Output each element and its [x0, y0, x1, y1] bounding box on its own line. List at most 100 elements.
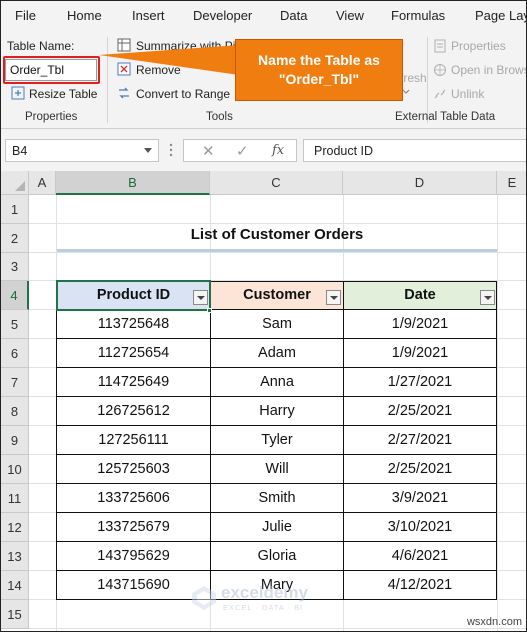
column-header-e[interactable]: E — [497, 171, 526, 195]
row-header-8[interactable]: 8 — [1, 397, 29, 426]
chevron-down-icon[interactable] — [144, 148, 152, 153]
table-cell[interactable]: 113725648 — [56, 310, 211, 339]
table-cell[interactable]: Will — [210, 455, 344, 484]
watermark-name: exceldemy — [221, 583, 308, 602]
row-header-6[interactable]: 6 — [1, 339, 29, 368]
column-header-a[interactable]: A — [29, 171, 56, 195]
annotation-callout: Name the Table as "Order_Tbl" — [235, 39, 403, 101]
table-cell[interactable]: Gloria — [210, 542, 344, 571]
table-cell[interactable]: 125725603 — [56, 455, 211, 484]
filter-dropdown-icon[interactable] — [326, 290, 341, 305]
name-box[interactable]: B4 — [5, 139, 159, 162]
table-header-date[interactable]: Date — [343, 281, 497, 310]
column-header-b[interactable]: B — [56, 171, 210, 195]
insert-function-icon[interactable]: fx — [272, 143, 284, 158]
row-header-2[interactable]: 2 — [1, 224, 29, 253]
table-cell[interactable]: Smith — [210, 484, 344, 513]
tab-insert[interactable]: Insert — [132, 8, 165, 23]
row-header-7[interactable]: 7 — [1, 368, 29, 397]
tab-page-layout[interactable]: Page Lay — [475, 8, 526, 23]
resize-table-button[interactable]: Resize Table — [29, 87, 97, 101]
tab-file[interactable]: File — [15, 8, 36, 23]
table-cell[interactable]: 114725649 — [56, 368, 211, 397]
select-all-icon — [15, 181, 25, 191]
gridline — [29, 252, 526, 253]
fill-handle[interactable] — [207, 308, 212, 313]
cancel-icon[interactable]: ✕ — [202, 142, 215, 160]
table-cell[interactable]: Anna — [210, 368, 344, 397]
row-header-10[interactable]: 10 — [1, 455, 29, 484]
formula-bar: B4 ✕ ✓ fx Product ID — [1, 129, 526, 171]
tab-developer[interactable]: Developer — [193, 8, 252, 23]
group-label-external: External Table Data — [395, 111, 496, 123]
table-cell[interactable]: 3/9/2021 — [343, 484, 497, 513]
table-cell[interactable]: 4/12/2021 — [343, 571, 497, 600]
table-cell[interactable]: 126725612 — [56, 397, 211, 426]
tab-home[interactable]: Home — [67, 8, 102, 23]
table-cell[interactable]: 1/9/2021 — [343, 339, 497, 368]
header-label: Date — [404, 287, 436, 303]
gridline — [29, 223, 526, 224]
row-header-15[interactable]: 15 — [1, 600, 29, 629]
title-underline — [57, 249, 497, 252]
enter-icon[interactable]: ✓ — [236, 142, 249, 160]
callout-line-2: "Order_Tbl" — [278, 71, 360, 87]
table-cell[interactable]: 133725679 — [56, 513, 211, 542]
select-all-corner[interactable] — [1, 171, 29, 195]
row-header-12[interactable]: 12 — [1, 513, 29, 542]
filter-dropdown-icon[interactable] — [480, 290, 495, 305]
table-cell[interactable]: 143795629 — [56, 542, 211, 571]
row-header-13[interactable]: 13 — [1, 542, 29, 571]
row-header-4[interactable]: 4 — [1, 281, 29, 310]
table-cell[interactable]: 4/6/2021 — [343, 542, 497, 571]
site-label: wsxdn.com — [466, 616, 522, 628]
chevron-down-icon — [402, 89, 410, 94]
resize-table-icon — [11, 86, 25, 100]
refresh-button[interactable]: fresh — [400, 71, 427, 85]
table-cell[interactable]: Harry — [210, 397, 344, 426]
table-name-label: Table Name: — [7, 39, 75, 53]
group-label-properties: Properties — [25, 111, 78, 123]
table-cell[interactable]: Tyler — [210, 426, 344, 455]
watermark-tagline: EXCEL · DATA · BI — [223, 603, 304, 612]
table-cell[interactable]: 2/25/2021 — [343, 455, 497, 484]
table-cell[interactable]: 1/9/2021 — [343, 310, 497, 339]
table-cell[interactable]: Sam — [210, 310, 344, 339]
tab-formulas[interactable]: Formulas — [391, 8, 445, 23]
column-header-c[interactable]: C — [210, 171, 343, 195]
row-header-5[interactable]: 5 — [1, 310, 29, 339]
table-cell[interactable]: 143715690 — [56, 571, 211, 600]
column-header-d[interactable]: D — [343, 171, 497, 195]
worksheet-grid: A B C D E 1 2 3 4 5 6 7 8 9 10 11 12 13 14 15 List of … — [1, 171, 526, 631]
row-header-11[interactable]: 11 — [1, 484, 29, 513]
unlink-button[interactable]: Unlink — [451, 87, 484, 101]
properties-icon — [434, 39, 446, 53]
convert-to-range-button[interactable]: Convert to Range — [136, 87, 230, 101]
row-header-1[interactable]: 1 — [1, 195, 29, 224]
table-cell[interactable]: Julie — [210, 513, 344, 542]
table-cell[interactable]: Adam — [210, 339, 344, 368]
table-cell[interactable]: 133725606 — [56, 484, 211, 513]
row-header-3[interactable]: 3 — [1, 253, 29, 281]
gridline — [29, 628, 526, 629]
open-in-browser-button[interactable]: Open in Brows — [451, 63, 526, 77]
convert-range-icon — [119, 87, 129, 99]
more-dots-icon — [169, 143, 173, 157]
table-cell[interactable]: 2/25/2021 — [343, 397, 497, 426]
tab-view[interactable]: View — [336, 8, 364, 23]
row-header-9[interactable]: 9 — [1, 426, 29, 455]
name-box-value: B4 — [12, 144, 28, 158]
table-cell[interactable]: 2/27/2021 — [343, 426, 497, 455]
gridline — [497, 195, 498, 631]
properties-button[interactable]: Properties — [451, 39, 506, 53]
table-cell[interactable]: 127256111 — [56, 426, 211, 455]
tab-data[interactable]: Data — [280, 8, 307, 23]
table-header-customer[interactable]: Customer — [210, 281, 344, 310]
callout-line-1: Name the Table as — [258, 52, 380, 68]
table-cell[interactable]: 1/27/2021 — [343, 368, 497, 397]
table-cell[interactable]: 3/10/2021 — [343, 513, 497, 542]
formula-input[interactable]: Product ID — [303, 139, 526, 162]
excel-window: File Home Insert Developer Data View For… — [0, 0, 527, 632]
row-header-14[interactable]: 14 — [1, 571, 29, 600]
table-cell[interactable]: 112725654 — [56, 339, 211, 368]
